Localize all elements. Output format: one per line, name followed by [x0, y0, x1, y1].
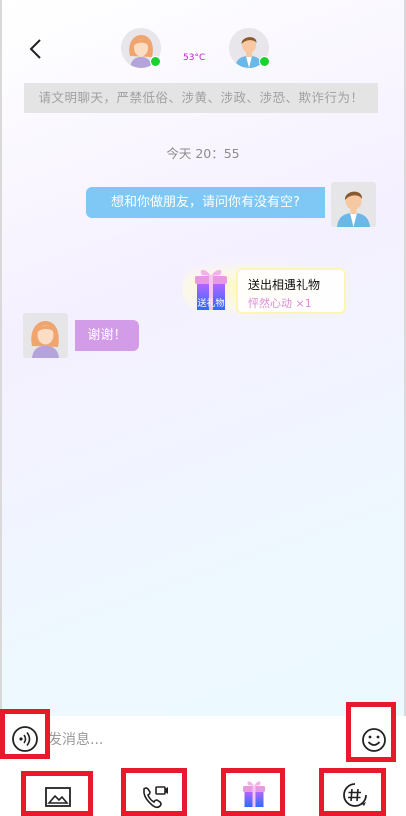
video-call-icon [143, 786, 168, 809]
hashtag-icon [343, 783, 367, 807]
image-icon [45, 787, 71, 807]
partner-online-indicator [150, 56, 161, 67]
sender-avatar[interactable] [331, 182, 376, 227]
chat-header: 53°C [0, 0, 406, 80]
intimacy-temperature: 53°C [183, 53, 206, 63]
partner-message-avatar[interactable] [23, 313, 68, 358]
gift-icon [243, 781, 265, 807]
self-online-indicator [259, 56, 270, 67]
gift-icon-label: 送礼物 [197, 299, 225, 309]
voice-button[interactable] [0, 709, 50, 759]
sent-message-bubble[interactable]: 想和你做朋友，请问你有没有空? [86, 187, 325, 218]
back-arrow-icon[interactable] [26, 38, 48, 60]
gift-button[interactable] [221, 768, 285, 816]
message-timestamp: 今天 20：55 [166, 146, 240, 161]
emoji-icon [362, 728, 386, 752]
civility-notice-banner: 请文明聊天，严禁低俗、涉黄、涉政、涉恐、欺诈行为！ [24, 83, 378, 113]
gift-subtitle: 怦然心动 ×1 [248, 297, 312, 310]
received-message-bubble[interactable]: 谢谢！ [75, 320, 139, 351]
emoji-button[interactable] [346, 702, 396, 762]
frame-edge-left [0, 0, 2, 816]
voice-icon [12, 726, 38, 752]
message-input[interactable] [48, 720, 348, 760]
image-button[interactable] [21, 771, 93, 816]
topic-button[interactable] [319, 768, 386, 816]
gift-title: 送出相遇礼物 [248, 278, 321, 292]
gift-message-card[interactable]: 送出相遇礼物 怦然心动 ×1 [236, 268, 346, 314]
video-call-button[interactable] [121, 768, 187, 816]
